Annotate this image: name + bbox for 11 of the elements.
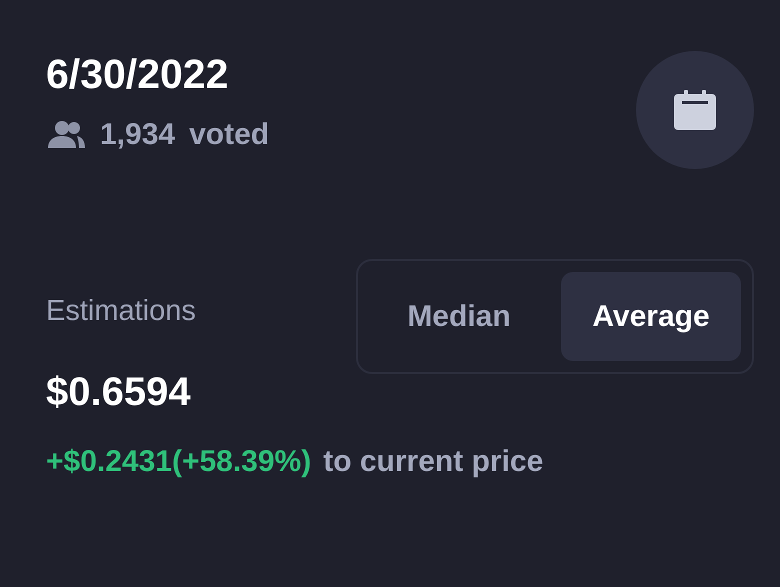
estimations-label: Estimations xyxy=(46,294,196,329)
people-icon xyxy=(46,120,86,150)
estimated-price: $0.6594 xyxy=(46,369,192,415)
toggle-option[interactable]: Average xyxy=(561,272,741,361)
price-change: +$0.2431(+58.39%) xyxy=(46,444,312,480)
voted-label: voted xyxy=(189,118,270,152)
vote-count: 1,934 xyxy=(100,118,176,152)
calendar-icon xyxy=(674,90,716,130)
change-caption: to current price xyxy=(323,444,544,480)
date-title: 6/30/2022 xyxy=(46,50,230,99)
toggle-option[interactable]: Median xyxy=(369,272,549,361)
